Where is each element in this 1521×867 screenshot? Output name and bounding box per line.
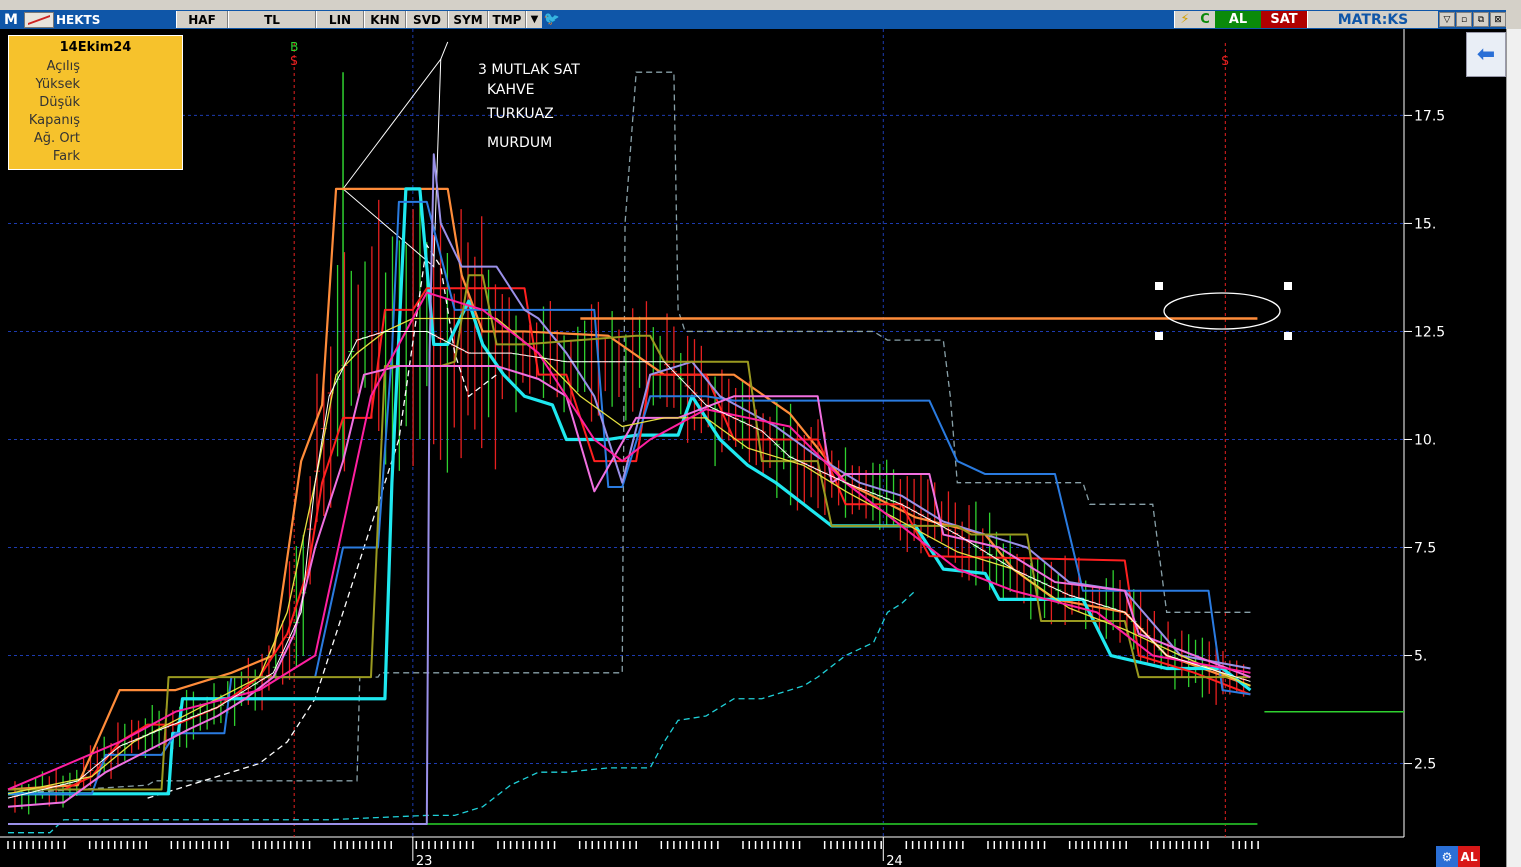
info-label-diff: Fark [52,149,80,164]
info-label-wavg: Ağ. Ort [33,131,80,146]
c-button[interactable]: C [1195,11,1215,28]
khn-button[interactable]: KHN [364,11,406,28]
info-label-high: Yüksek [35,77,80,92]
toolbar-strip: M HEKTS HAF TL LIN KHN SVD SYM TMP ▼ 🐦 ⚡… [0,10,1506,29]
trend-tip [440,41,449,60]
series-line [7,291,1251,791]
price-chart[interactable]: 2.55.7.510.12.515.17.523 24BS S [0,29,1506,867]
info-date: 14Ekim24 [59,40,132,55]
lin-button[interactable]: LIN [316,11,364,28]
tmp-button[interactable]: TMP [488,11,526,28]
info-label-low: Düşük [39,95,80,110]
app-logo: M [0,10,22,29]
legend-item-turkuaz: TURKUAZ [487,106,554,122]
buy-button[interactable]: AL [1215,11,1261,28]
sell-button[interactable]: SAT [1261,11,1307,28]
vertical-scrollbar[interactable] [1506,29,1521,867]
y-tick-label: 17.5 [1414,108,1445,124]
x-tick-label: 23 [416,854,433,867]
svd-button[interactable]: SVD [406,11,448,28]
legend-item-kahve: KAHVE [487,82,535,98]
selection-handle [1155,282,1163,290]
series-line [8,187,1252,796]
selection-handle [1284,282,1292,290]
ohlc-info-box: 14Ekim24 Açılış Yüksek Düşük Kapanış Ağ.… [8,35,183,170]
info-label-open: Açılış [46,59,80,74]
close-icon[interactable]: ⊠ [1490,12,1506,27]
buy-marker: B [290,40,298,54]
sell-marker: S [290,54,298,68]
sym-button[interactable]: SYM [448,11,488,28]
series-line [7,365,1251,808]
x-tick-label: 24 [886,854,903,867]
filter-icon[interactable]: ▽ [1439,12,1455,27]
series-line [8,200,1251,795]
y-tick-label: 7.5 [1414,541,1436,557]
y-tick-label: 15. [1414,216,1436,232]
sell-marker: S [1221,54,1229,68]
series-line [8,287,1251,791]
toolbar-right: ⚡ C AL SAT MATR:KS ▽ ▫ ⧉ ⊠ [1174,10,1506,29]
legend-title: 3 MUTLAK SAT [478,62,580,78]
flash-icon[interactable]: ⚡ [1174,11,1195,28]
selection-handle [1155,332,1163,340]
arrow-left-icon: ⬅ [1476,42,1496,67]
al-shortcut-button[interactable]: AL [1458,846,1480,867]
y-tick-label: 10. [1414,432,1436,448]
symbol-label[interactable]: HEKTS [56,11,176,28]
legend-item-murdum: MURDUM [487,135,553,151]
selection-ellipse [1163,292,1281,330]
series-line [7,317,1251,795]
currency-button[interactable]: TL [228,11,316,28]
collapse-panel-button[interactable]: ⬅ [1466,32,1506,77]
y-tick-label: 12.5 [1414,324,1445,340]
series-line [7,330,1251,799]
series-line [8,274,1251,791]
bottom-icons: ⚙ AL [1436,846,1480,867]
period-button[interactable]: HAF [176,11,228,28]
toolbar: M HEKTS HAF TL LIN KHN SVD SYM TMP ▼ 🐦 ⚡… [0,0,1521,29]
dashed-series-line [7,71,1251,795]
selection-handle [1284,332,1292,340]
trend-triangle [342,57,442,268]
dashed-series-line [8,590,916,834]
info-label-close: Kapanış [28,113,80,128]
y-tick-label: 5. [1414,649,1427,665]
restore-icon[interactable]: ⧉ [1473,12,1489,27]
minimize-icon[interactable]: ▫ [1456,12,1472,27]
chart-type-icon[interactable] [24,11,54,28]
chart-area[interactable]: 2.5 5. 7.5 10. 12.5 15. 17.5 23 24 B S S [0,29,1506,867]
y-tick-label: 2.5 [1414,757,1436,773]
series-line [8,153,1251,826]
chevron-down-icon[interactable]: ▼ [526,11,542,28]
twitter-icon[interactable]: 🐦 [542,11,562,28]
brand-logo: MATR:KS [1307,11,1438,28]
settings-icon[interactable]: ⚙ [1436,846,1458,867]
